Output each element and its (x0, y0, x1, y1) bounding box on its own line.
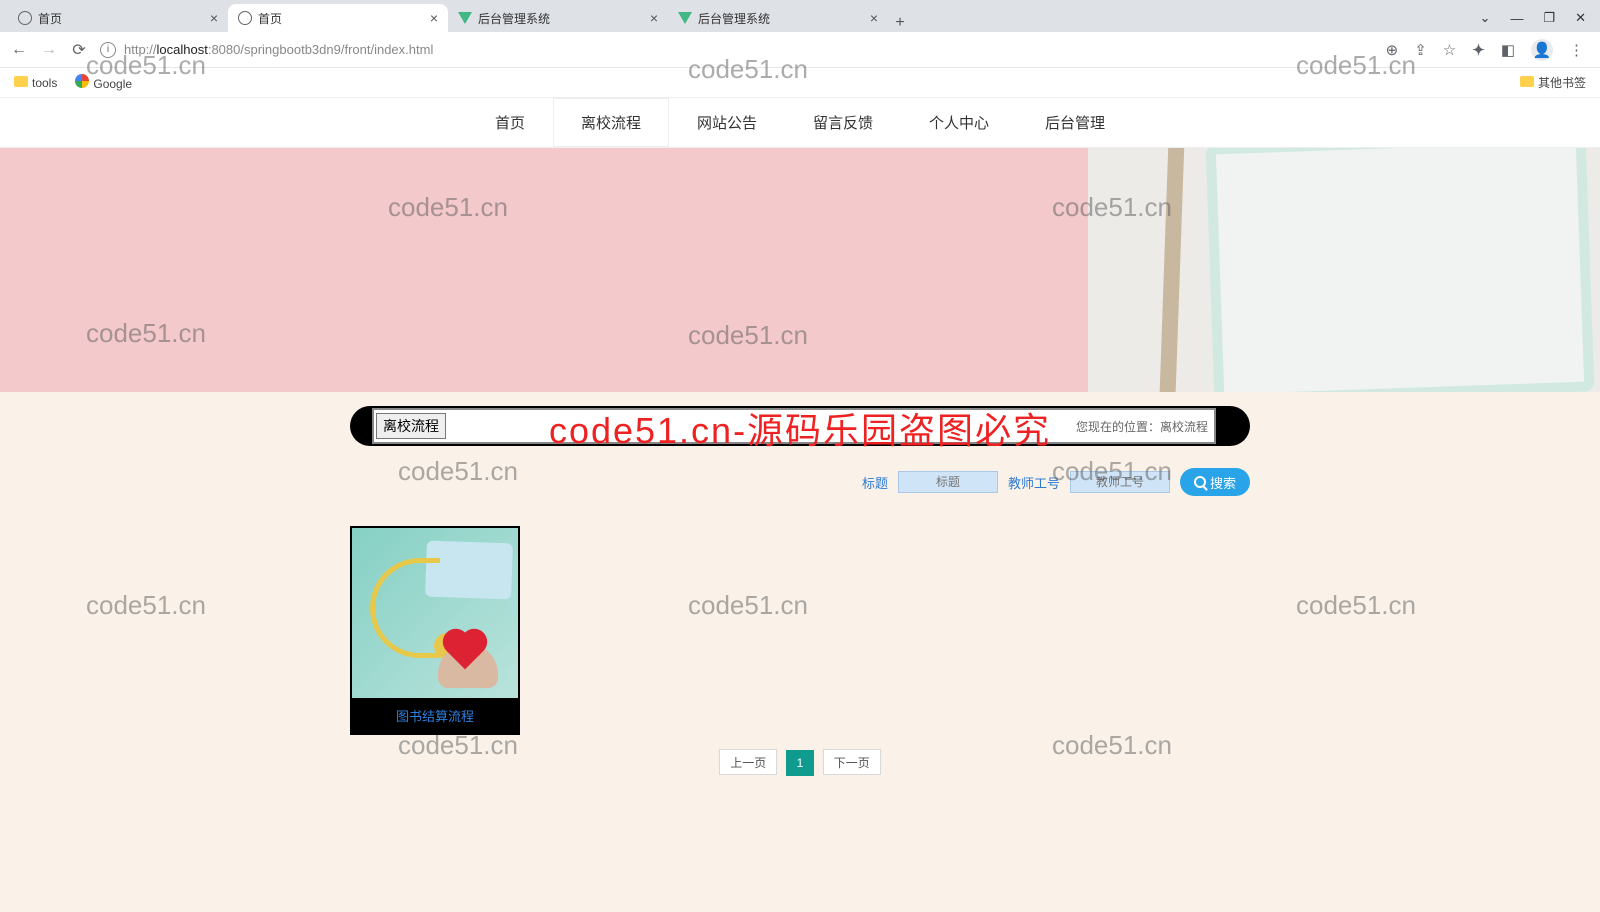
tab-title: 后台管理系统 (478, 10, 644, 27)
folder-icon (1520, 76, 1534, 87)
minimize-icon[interactable]: — (1510, 11, 1523, 26)
extensions-icon[interactable]: ✦ (1472, 41, 1485, 59)
process-card[interactable]: 图书结算流程 (350, 526, 520, 735)
browser-tab[interactable]: 首页 × (8, 4, 228, 32)
browser-tab[interactable]: 后台管理系统 × (448, 4, 668, 32)
main-nav: 首页离校流程网站公告留言反馈个人中心后台管理 (0, 98, 1600, 148)
search-button[interactable]: 搜索 (1180, 468, 1250, 496)
search-icon (1194, 476, 1206, 488)
zoom-icon[interactable]: ⊕ (1386, 41, 1399, 59)
tab-title: 首页 (258, 10, 424, 27)
search-label-title: 标题 (862, 473, 888, 492)
bookmark-tools[interactable]: tools (14, 76, 57, 90)
google-icon (75, 74, 89, 88)
card-thumbnail (352, 528, 518, 698)
close-tab-icon[interactable]: × (650, 10, 658, 26)
page-next[interactable]: 下一页 (823, 749, 881, 775)
browser-tab[interactable]: 首页 × (228, 4, 448, 32)
search-input-teacher[interactable] (1070, 471, 1170, 493)
reload-button[interactable]: ⟳ (70, 40, 88, 60)
tab-title: 首页 (38, 10, 204, 27)
watermark-red: code51.cn-源码乐园盗图必究 (549, 402, 1051, 454)
nav-item[interactable]: 后台管理 (1017, 98, 1133, 147)
nav-item[interactable]: 个人中心 (901, 98, 1017, 147)
search-input-title[interactable] (898, 471, 998, 493)
notebook-graphic (1206, 148, 1595, 392)
folder-icon (14, 76, 28, 87)
page-prev[interactable]: 上一页 (719, 749, 777, 775)
pen-graphic (1158, 148, 1185, 392)
search-row: 标题 教师工号 搜索 (350, 468, 1250, 496)
forward-button[interactable]: → (40, 41, 58, 59)
url-prefix: http:// (124, 42, 157, 57)
page-body: 离校流程 您现在的位置：离校流程 标题 教师工号 搜索 图书结算流程 上一页 1… (0, 392, 1600, 912)
nav-item[interactable]: 网站公告 (669, 98, 785, 147)
chevron-down-icon[interactable]: ⌄ (1480, 10, 1491, 26)
browser-tab[interactable]: 后台管理系统 × (668, 4, 888, 32)
back-button[interactable]: ← (10, 41, 28, 59)
vue-icon (458, 11, 472, 25)
close-window-icon[interactable]: ✕ (1575, 10, 1586, 26)
tab-title: 后台管理系统 (698, 10, 864, 27)
profile-avatar[interactable]: 👤 (1531, 39, 1553, 61)
nav-item[interactable]: 离校流程 (553, 98, 669, 147)
bookmark-google[interactable]: Google (75, 74, 132, 91)
globe-icon (238, 11, 252, 25)
globe-icon (18, 11, 32, 25)
url-box[interactable]: i http://localhost:8080/springbootb3dn9/… (100, 42, 1374, 58)
url-path: :8080/springbootb3dn9/front/index.html (208, 42, 434, 57)
page-number[interactable]: 1 (786, 750, 815, 776)
nav-item[interactable]: 留言反馈 (785, 98, 901, 147)
menu-icon[interactable]: ⋮ (1569, 41, 1584, 59)
maximize-icon[interactable]: ❐ (1543, 10, 1555, 26)
site-info-icon[interactable]: i (100, 42, 116, 58)
nav-item[interactable]: 首页 (467, 98, 553, 147)
pagination: 上一页 1 下一页 (350, 749, 1250, 776)
close-tab-icon[interactable]: × (870, 10, 878, 26)
close-tab-icon[interactable]: × (430, 10, 438, 26)
section-title: 离校流程 (376, 413, 446, 439)
url-host: localhost (157, 42, 208, 57)
close-tab-icon[interactable]: × (210, 10, 218, 26)
vue-icon (678, 11, 692, 25)
address-bar: ← → ⟳ i http://localhost:8080/springboot… (0, 32, 1600, 68)
bookmarks-bar: tools Google 其他书签 (0, 68, 1600, 98)
search-label-teacher: 教师工号 (1008, 473, 1060, 492)
window-controls: ⌄ — ❐ ✕ (1466, 4, 1600, 32)
new-tab-button[interactable]: + (888, 14, 912, 32)
browser-tab-strip: 首页 × 首页 × 后台管理系统 × 后台管理系统 × + ⌄ — ❐ ✕ (0, 0, 1600, 32)
bookmark-star-icon[interactable]: ☆ (1443, 41, 1456, 59)
breadcrumb: 您现在的位置：离校流程 (1076, 418, 1208, 435)
sidepanel-icon[interactable]: ◧ (1501, 41, 1515, 59)
card-grid: 图书结算流程 (350, 526, 1250, 735)
hero-banner (0, 148, 1600, 392)
share-icon[interactable]: ⇪ (1414, 41, 1427, 59)
bookmark-other[interactable]: 其他书签 (1520, 74, 1586, 91)
card-caption: 图书结算流程 (352, 698, 518, 733)
